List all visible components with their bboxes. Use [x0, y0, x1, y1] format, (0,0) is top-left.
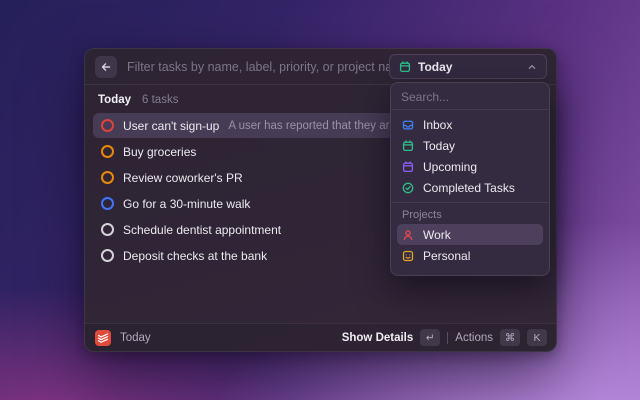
todoist-logo [95, 330, 111, 346]
task-title: Deposit checks at the bank [123, 249, 267, 263]
task-checkbox[interactable] [101, 197, 114, 210]
list-header-title: Today [98, 94, 131, 106]
dropdown-item-personal[interactable]: Personal [397, 245, 543, 266]
dropdown-item-inbox[interactable]: Inbox [397, 114, 543, 135]
actions-button[interactable]: Actions [455, 332, 493, 344]
back-arrow-icon [100, 61, 112, 73]
task-checkbox[interactable] [101, 119, 114, 132]
dropdown-item-label: Upcoming [423, 160, 477, 174]
dropdown-search-input[interactable] [391, 83, 549, 109]
calendar-today-icon [402, 140, 414, 152]
back-button[interactable] [95, 56, 117, 78]
dropdown-projects-section: Work Personal [391, 224, 549, 270]
scope-dropdown-button[interactable]: Today [389, 54, 547, 79]
task-title: Schedule dentist appointment [123, 223, 281, 237]
palette-footer: Today Show Details ↵ Actions ⌘ K [85, 323, 556, 351]
cmd-key-badge: ⌘ [500, 329, 520, 346]
person-icon [402, 229, 414, 241]
footer-divider [447, 332, 448, 344]
task-title: Go for a 30-minute walk [123, 197, 250, 211]
dropdown-item-label: Inbox [423, 118, 452, 132]
task-checkbox[interactable] [101, 171, 114, 184]
dropdown-item-today[interactable]: Today [397, 135, 543, 156]
dropdown-item-label: Completed Tasks [423, 181, 515, 195]
dropdown-item-completed-tasks[interactable]: Completed Tasks [397, 177, 543, 198]
palette-topbar: Today [85, 49, 556, 85]
check-circle-icon [402, 182, 414, 194]
dropdown-item-label: Today [423, 139, 455, 153]
dropdown-item-label: Personal [423, 249, 470, 263]
task-checkbox[interactable] [101, 145, 114, 158]
scope-label: Today [418, 60, 452, 74]
task-title: Review coworker's PR [123, 171, 243, 185]
calendar-icon [399, 61, 411, 73]
task-checkbox[interactable] [101, 249, 114, 262]
scope-dropdown-menu: Inbox Today Upcoming [390, 82, 550, 276]
task-checkbox[interactable] [101, 223, 114, 236]
dropdown-item-work[interactable]: Work [397, 224, 543, 245]
enter-key-badge: ↵ [420, 329, 440, 346]
list-header-count: 6 tasks [142, 94, 178, 106]
dropdown-views-section: Inbox Today Upcoming [391, 110, 549, 202]
smiley-square-icon [402, 250, 414, 262]
k-key-badge: K [527, 329, 547, 346]
inbox-icon [402, 119, 414, 131]
dropdown-item-label: Work [423, 228, 451, 242]
task-title: Buy groceries [123, 145, 196, 159]
chevron-up-icon [527, 62, 537, 72]
filter-input[interactable] [127, 60, 389, 74]
dropdown-item-upcoming[interactable]: Upcoming [397, 156, 543, 177]
footer-actions: Show Details ↵ Actions ⌘ K [342, 329, 547, 346]
footer-context-label: Today [120, 332, 151, 344]
show-details-button[interactable]: Show Details [342, 332, 414, 344]
calendar-upcoming-icon [402, 161, 414, 173]
projects-section-label: Projects [391, 203, 549, 224]
task-title: User can't sign-up [123, 119, 219, 133]
